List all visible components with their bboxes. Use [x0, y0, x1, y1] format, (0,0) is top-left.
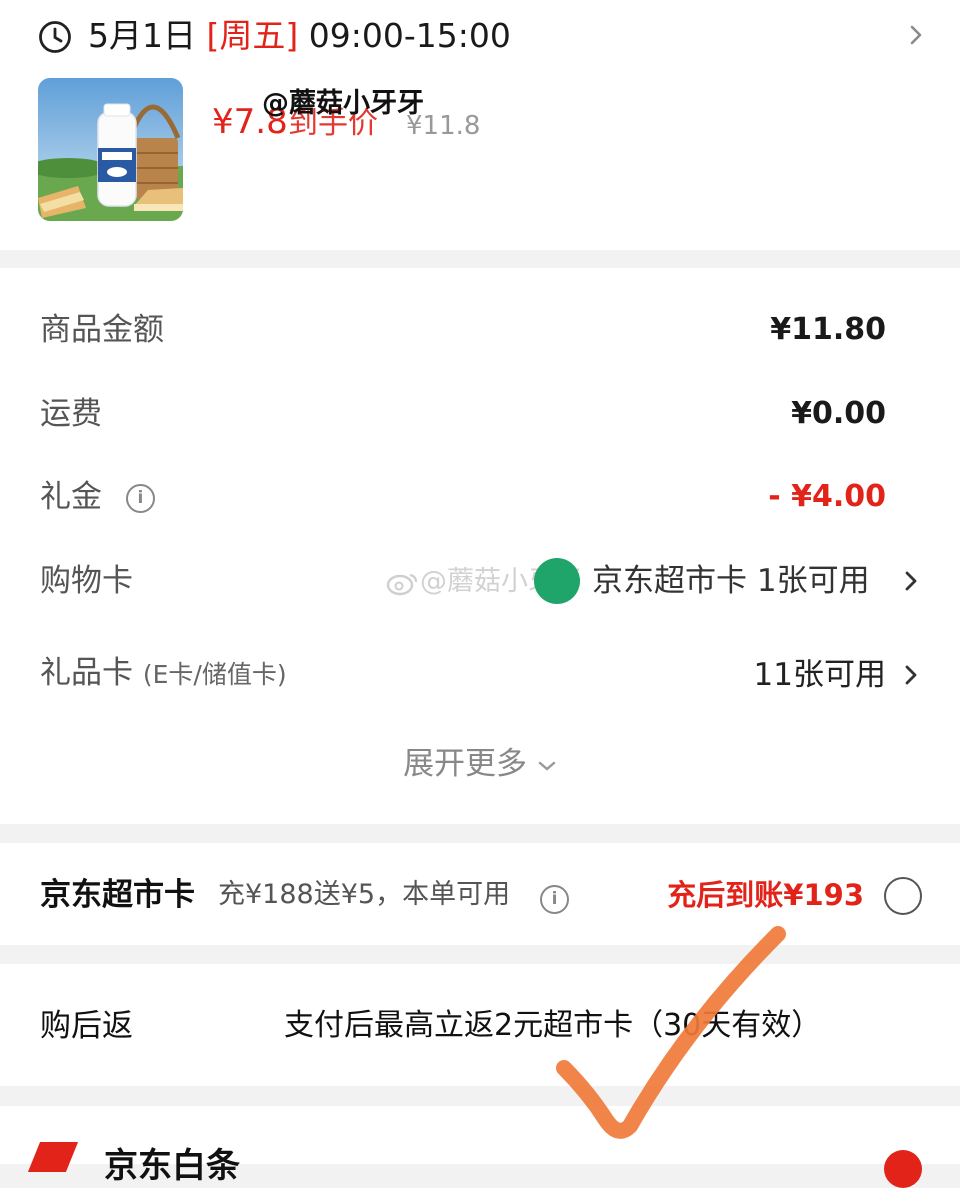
checkmark-icon: [556, 926, 786, 1139]
fee-section: 商品金额 ¥11.80 运费 ¥0.00 礼金 i - ¥4.00 购物卡 @蘑…: [0, 268, 960, 824]
delivery-time: 09:00-15:00: [308, 16, 511, 55]
gift-card-label: 礼品卡 (E卡/储值卡): [40, 651, 287, 697]
supermarket-card-icon: [534, 558, 580, 604]
gift-money-value: - ¥4.00: [768, 479, 886, 514]
baitiao-title: 京东白条: [104, 1146, 240, 1186]
product-image[interactable]: [38, 78, 183, 221]
chevron-down-icon: [538, 761, 556, 771]
watermark-text: @蘑菇小牙牙: [262, 88, 424, 119]
gift-money-label: 礼金 i: [40, 475, 155, 519]
after-purchase-section: 购后返 支付后最高立返2元超市卡（30天有效）: [0, 964, 960, 1086]
chevron-right-icon[interactable]: [906, 24, 926, 46]
gift-card-value[interactable]: 11张可用: [754, 653, 886, 697]
shipping-label: 运费: [40, 396, 102, 432]
baitiao-icon: [27, 1142, 79, 1172]
info-icon[interactable]: i: [125, 484, 155, 513]
chevron-right-icon[interactable]: [902, 664, 920, 686]
baitiao-section[interactable]: 京东白条: [0, 1106, 960, 1188]
jd-card-section[interactable]: 京东超市卡 充¥188送¥5，本单可用 i 充后到账¥193: [0, 843, 960, 945]
shopping-card-label: 购物卡: [40, 563, 133, 599]
gift-money-label-text: 礼金: [40, 479, 102, 515]
jd-card-radio[interactable]: [884, 877, 922, 915]
gift-card-label-text: 礼品卡: [40, 655, 133, 691]
chevron-right-icon[interactable]: [902, 570, 920, 592]
delivery-weekday: [周五]: [206, 16, 299, 55]
shopping-card-value[interactable]: 京东超市卡 1张可用: [592, 559, 870, 603]
gift-card-sublabel: (E卡/储值卡): [142, 660, 287, 689]
weibo-icon: [386, 570, 420, 596]
clock-icon: [39, 21, 71, 53]
goods-amount-label: 商品金额: [40, 312, 164, 348]
goods-amount-value: ¥11.80: [770, 312, 886, 347]
delivery-section: 5月1日 [周五] 09:00-15:00 ¥7.8 到手价 ¥11.8 @蘑菇…: [0, 0, 960, 250]
after-purchase-label: 购后返: [40, 1008, 133, 1044]
baitiao-radio[interactable]: [884, 1150, 922, 1188]
info-icon[interactable]: i: [540, 885, 569, 914]
jd-card-desc: 充¥188送¥5，本单可用: [218, 879, 511, 910]
shipping-value: ¥0.00: [791, 396, 886, 431]
jd-card-title: 京东超市卡: [40, 877, 195, 913]
delivery-date: 5月1日: [88, 16, 196, 55]
delivery-slot[interactable]: 5月1日 [周五] 09:00-15:00: [88, 14, 511, 58]
expand-more-label: 展开更多: [403, 746, 528, 782]
expand-more-button[interactable]: 展开更多: [0, 742, 960, 786]
jd-card-credit: 充后到账¥193: [667, 878, 864, 912]
